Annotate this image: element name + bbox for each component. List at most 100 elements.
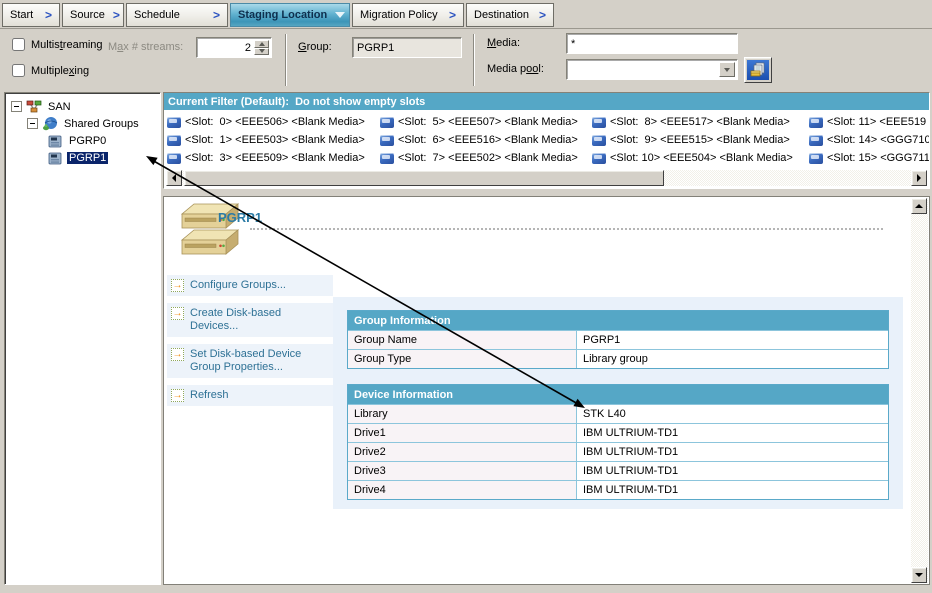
multistreaming-label: Multistreaming — [31, 39, 103, 51]
group-information-header: Group Information — [348, 311, 888, 330]
slot-column: <Slot: 11> <EEE519 <Slot: 14> <GGG710 <S… — [809, 113, 930, 167]
chevron-right-icon — [539, 8, 546, 22]
max-streams-stepper[interactable] — [196, 37, 272, 58]
vertical-scrollbar[interactable] — [911, 198, 928, 583]
group-field[interactable] — [352, 37, 462, 58]
tree-item-san-label: SAN — [46, 101, 73, 113]
table-row: Drive1 IBM ULTRIUM-TD1 — [348, 423, 888, 442]
set-device-group-properties-link[interactable]: Set Disk-based Device Group Properties..… — [167, 344, 333, 378]
device-information-header: Device Information — [348, 385, 888, 404]
multiplexing-checkbox[interactable] — [12, 64, 25, 77]
tab-start[interactable]: Start — [2, 3, 60, 27]
tape-cassette-icon — [167, 117, 181, 128]
tab-schedule[interactable]: Schedule — [126, 3, 228, 27]
tape-cassette-icon — [809, 135, 823, 146]
refresh-link[interactable]: Refresh — [167, 385, 333, 406]
table-row: Group Name PGRP1 — [348, 330, 888, 349]
tab-source-label: Source — [70, 9, 105, 21]
action-arrow-icon — [171, 307, 184, 320]
current-filter-bar: Current Filter (Default): Do not show em… — [164, 93, 929, 110]
scroll-left-button[interactable] — [166, 170, 182, 186]
multistreaming-checkbox[interactable] — [12, 38, 25, 51]
tape-cassette-icon — [167, 153, 181, 164]
actions-menu: Configure Groups... Create Disk-based De… — [167, 275, 333, 413]
group-information-table: Group Information Group Name PGRP1 Group… — [347, 310, 889, 369]
slots-panel: Current Filter (Default): Do not show em… — [163, 92, 930, 189]
scroll-up-button[interactable] — [911, 198, 927, 214]
group-label: Group: — [298, 41, 332, 53]
multiplexing-label: Multiplexing — [31, 65, 89, 77]
scroll-down-button[interactable] — [911, 567, 927, 583]
configure-groups-link[interactable]: Configure Groups... — [167, 275, 333, 296]
slot-item[interactable]: <Slot: 3> <EEE509> <Blank Media> — [167, 149, 365, 167]
slot-column: <Slot: 0> <EEE506> <Blank Media> <Slot: … — [167, 113, 365, 167]
media-pool-browse-button[interactable] — [744, 57, 772, 83]
slot-item[interactable]: <Slot: 10> <EEE504> <Blank Media> — [592, 149, 793, 167]
current-filter-text: Current Filter (Default): Do not show em… — [168, 96, 425, 108]
slot-item[interactable]: <Slot: 7> <EEE502> <Blank Media> — [380, 149, 578, 167]
arrow-right-icon — [917, 174, 921, 182]
slot-item[interactable]: <Slot: 11> <EEE519 — [809, 113, 930, 131]
slot-item[interactable]: <Slot: 0> <EEE506> <Blank Media> — [167, 113, 365, 131]
chevron-right-icon — [449, 8, 456, 22]
tree-item-pgrp0-label: PGRP0 — [67, 135, 108, 147]
tab-destination[interactable]: Destination — [466, 3, 554, 27]
collapse-toggle-icon[interactable] — [27, 118, 38, 129]
slot-item[interactable]: <Slot: 15> <GGG711 — [809, 149, 930, 167]
slot-item[interactable]: <Slot: 14> <GGG710 — [809, 131, 930, 149]
multiplexing-row: Multiplexing — [12, 64, 89, 77]
arrow-down-icon — [259, 49, 265, 53]
shared-groups-icon — [42, 116, 58, 132]
scroll-right-button[interactable] — [911, 170, 927, 186]
slot-item[interactable]: <Slot: 1> <EEE503> <Blank Media> — [167, 131, 365, 149]
title-divider — [250, 228, 883, 230]
collapse-toggle-icon[interactable] — [11, 101, 22, 112]
media-pool-label: Media pool: — [487, 63, 544, 75]
device-information-table: Device Information Library STK L40 Drive… — [347, 384, 889, 500]
group-detail-panel: PGRP1 Configure Groups... Create Disk-ba… — [163, 196, 930, 585]
spin-down-button[interactable] — [254, 48, 269, 56]
info-box: Group Information Group Name PGRP1 Group… — [333, 297, 903, 509]
table-row: Drive2 IBM ULTRIUM-TD1 — [348, 442, 888, 461]
slot-column: <Slot: 5> <EEE507> <Blank Media> <Slot: … — [380, 113, 578, 167]
tree-item-san[interactable]: SAN — [7, 98, 158, 115]
spinner-buttons — [254, 40, 269, 55]
tree-item-shared-groups[interactable]: Shared Groups — [7, 115, 158, 132]
tree-item-pgrp0[interactable]: PGRP0 — [7, 132, 158, 149]
create-disk-devices-link[interactable]: Create Disk-based Devices... — [167, 303, 333, 337]
arrow-up-icon — [259, 42, 265, 46]
horizontal-scrollbar[interactable] — [166, 170, 927, 186]
slot-item[interactable]: <Slot: 8> <EEE517> <Blank Media> — [592, 113, 793, 131]
table-row: Drive4 IBM ULTRIUM-TD1 — [348, 480, 888, 499]
arrow-left-icon — [172, 174, 176, 182]
media-pool-select[interactable] — [566, 59, 738, 80]
table-row: Drive3 IBM ULTRIUM-TD1 — [348, 461, 888, 480]
action-arrow-icon — [171, 389, 184, 402]
horizontal-scroll-thumb[interactable] — [184, 170, 664, 186]
table-row: Library STK L40 — [348, 404, 888, 423]
tape-cassette-icon — [809, 153, 823, 164]
wizard-tab-bar: Start Source Schedule Staging Location M… — [0, 0, 932, 29]
arrow-down-icon — [915, 573, 923, 577]
scoping-tree-panel: SAN Shared Groups PGRP0 — [4, 92, 161, 585]
tree-item-pgrp1[interactable]: PGRP1 — [7, 149, 158, 166]
slot-item[interactable]: <Slot: 9> <EEE515> <Blank Media> — [592, 131, 793, 149]
san-network-icon — [26, 99, 42, 115]
tape-cassette-icon — [592, 135, 606, 146]
toolbar-divider — [285, 34, 287, 86]
options-toolbar: Multistreaming Multiplexing Max # stream… — [0, 29, 932, 92]
tab-source[interactable]: Source — [62, 3, 124, 27]
slot-item[interactable]: <Slot: 5> <EEE507> <Blank Media> — [380, 113, 578, 131]
slot-item[interactable]: <Slot: 6> <EEE516> <Blank Media> — [380, 131, 578, 149]
arrow-down-icon — [724, 68, 730, 72]
toolbar-divider — [473, 34, 475, 86]
tab-schedule-label: Schedule — [134, 9, 180, 21]
tab-migration-policy[interactable]: Migration Policy — [352, 3, 464, 27]
tape-cassette-icon — [380, 117, 394, 128]
tab-staging-location[interactable]: Staging Location — [230, 3, 350, 27]
dropdown-button[interactable] — [719, 62, 735, 77]
media-input[interactable] — [566, 33, 738, 54]
tree-item-shared-groups-label: Shared Groups — [62, 118, 141, 130]
staging-wizard-window: Start Source Schedule Staging Location M… — [0, 0, 932, 593]
spin-up-button[interactable] — [254, 40, 269, 48]
